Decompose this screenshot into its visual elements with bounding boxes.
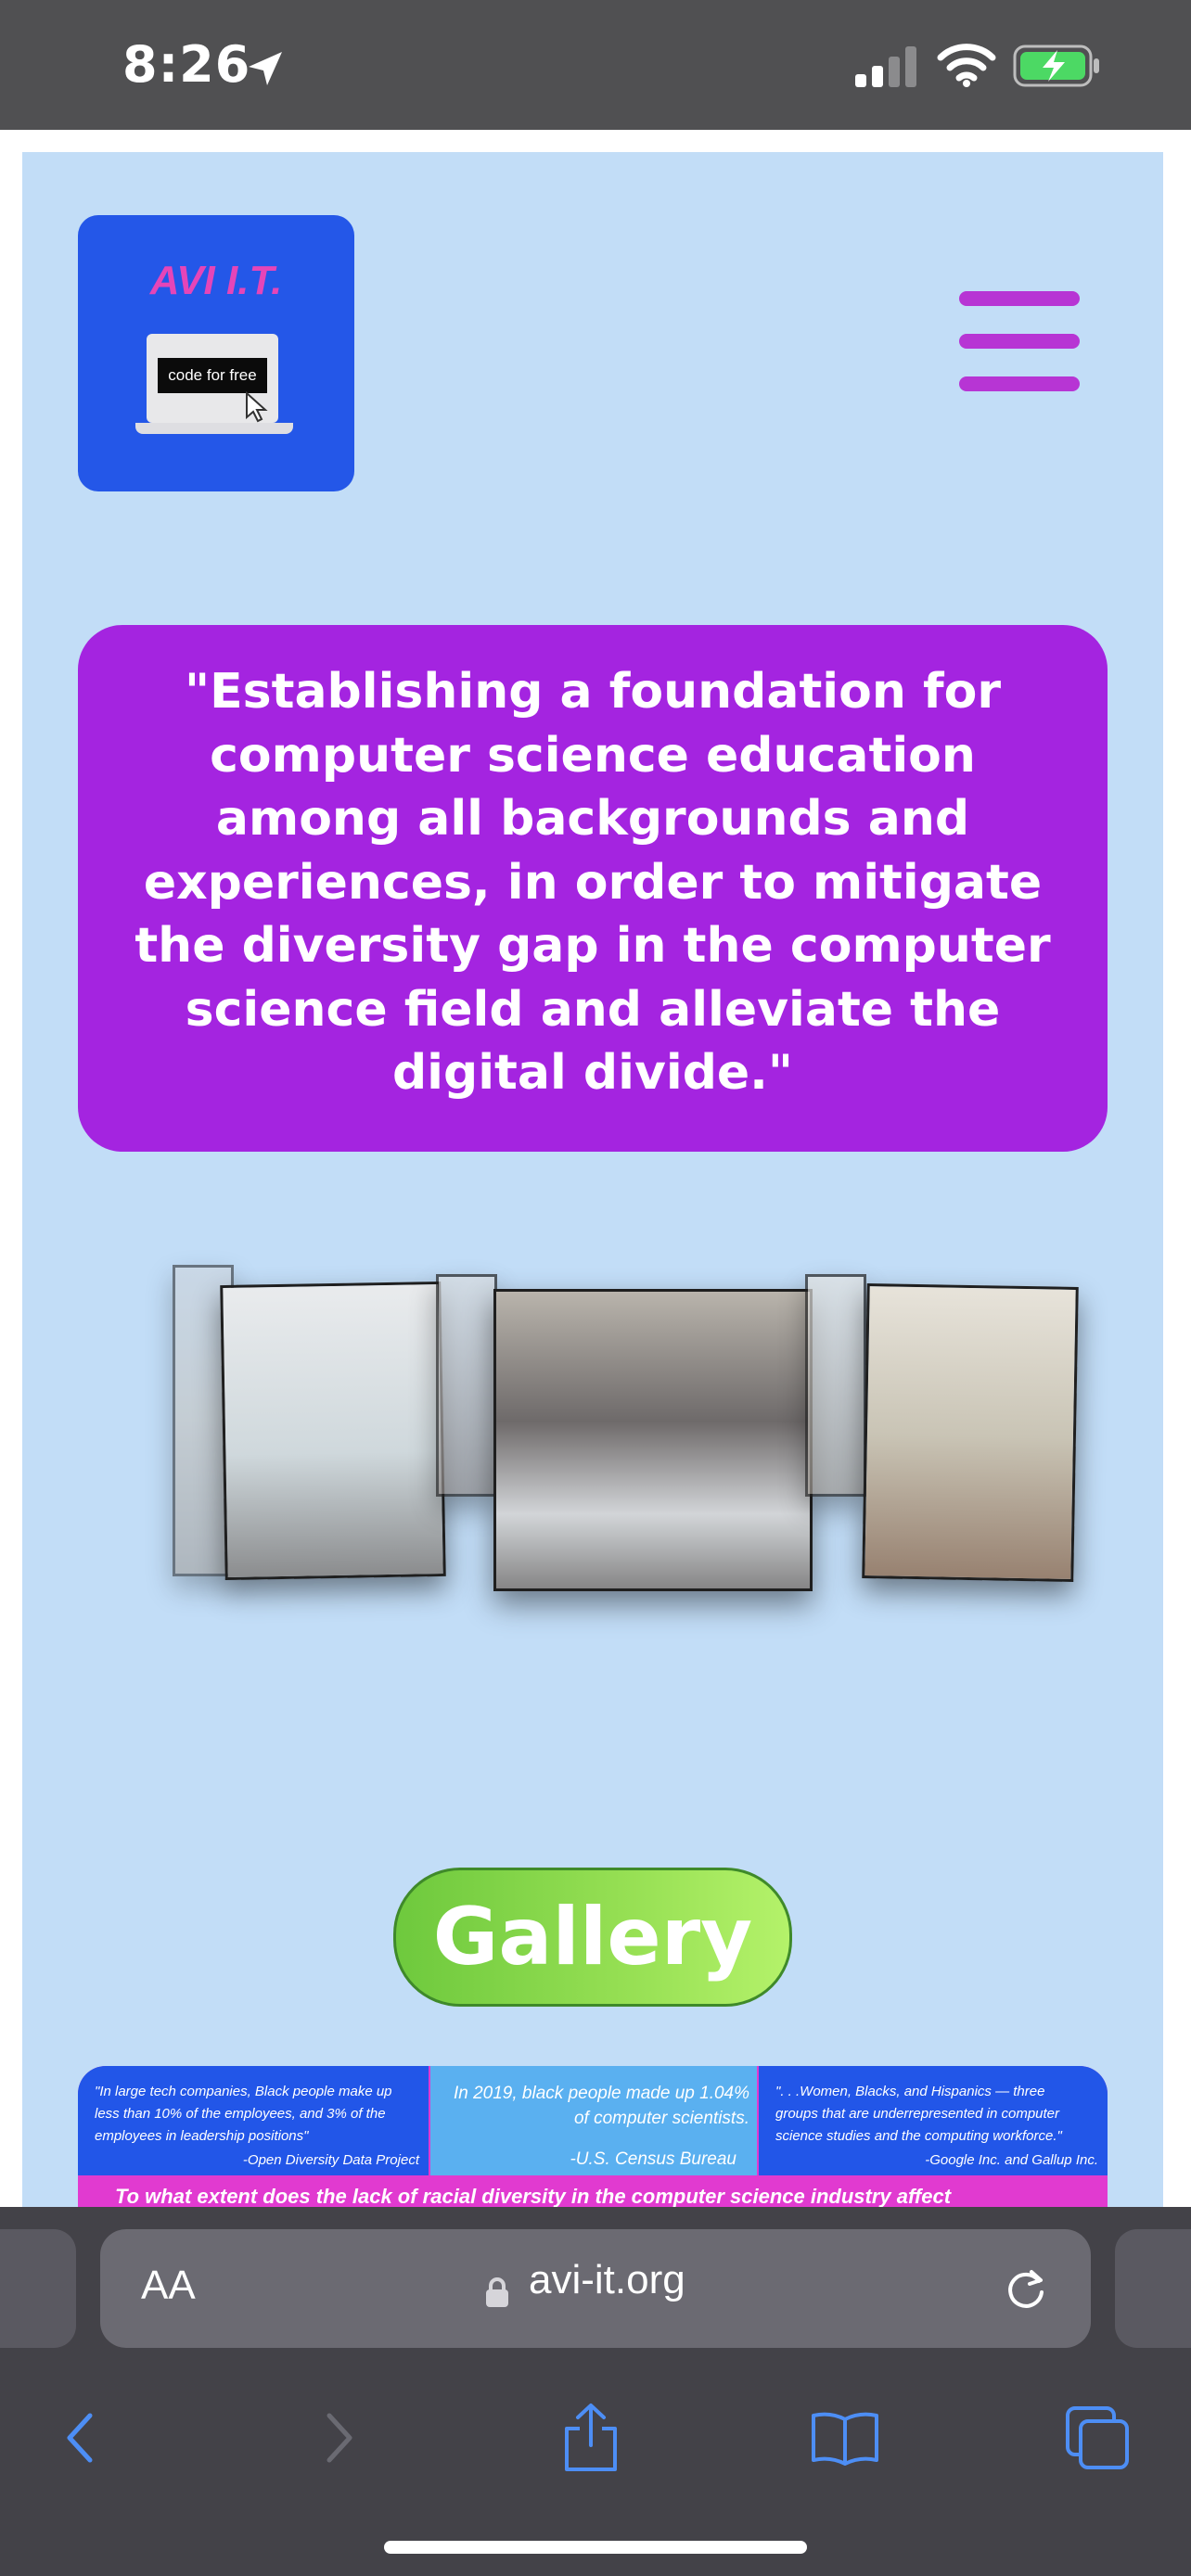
share-button[interactable]: [540, 2389, 642, 2491]
home-indicator[interactable]: [384, 2541, 807, 2554]
location-arrow-icon: [243, 46, 288, 95]
gallery-button-label: Gallery: [432, 1891, 753, 1983]
stat-source: -Open Diversity Data Project: [242, 2152, 419, 2168]
hamburger-menu-button[interactable]: [959, 291, 1080, 393]
reload-icon[interactable]: [1002, 2264, 1050, 2316]
stat-card: ". . .Women, Blacks, and Hispanics — thr…: [759, 2066, 1108, 2175]
mission-statement: "Establishing a foundation for computer …: [78, 625, 1108, 1152]
wifi-icon: [937, 43, 996, 91]
address-bar[interactable]: AA avi-it.org: [100, 2229, 1091, 2348]
battery-charging-icon: [1013, 45, 1102, 91]
page-settings-button[interactable]: AA: [141, 2263, 196, 2309]
navigation-bar: [0, 2389, 1191, 2491]
stat-source: -U.S. Census Bureau: [570, 2149, 736, 2169]
diversity-stats-banner: "In large tech companies, Black people m…: [78, 2066, 1108, 2207]
carousel-photo[interactable]: [493, 1289, 813, 1591]
menu-bar-top: [959, 291, 1080, 306]
previous-tab-preview[interactable]: [0, 2229, 76, 2348]
stat-card: "In large tech companies, Black people m…: [78, 2066, 429, 2175]
stat-quote: ". . .Women, Blacks, and Hispanics — thr…: [775, 2084, 1062, 2144]
stat-card: In 2019, black people made up 1.04% of c…: [430, 2066, 757, 2175]
lock-icon: [484, 2276, 510, 2313]
web-page: AVI I.T. code for free "Establishing a f…: [0, 130, 1191, 2207]
carousel-photo[interactable]: [436, 1274, 497, 1497]
status-time: 8:26: [122, 35, 251, 94]
back-button[interactable]: [30, 2389, 132, 2491]
forward-icon: [320, 2410, 357, 2469]
browser-toolbar: AA avi-it.org: [0, 2207, 1191, 2576]
mission-text: "Establishing a foundation for computer …: [134, 664, 1051, 1101]
next-tab-preview[interactable]: [1115, 2229, 1191, 2348]
page-content: AVI I.T. code for free "Establishing a f…: [22, 152, 1163, 2207]
gallery-button[interactable]: Gallery: [393, 1868, 792, 2007]
menu-bar-middle: [959, 334, 1080, 349]
tabs-icon: [1064, 2404, 1131, 2475]
laptop-base: [135, 423, 293, 434]
site-logo[interactable]: AVI I.T. code for free: [78, 215, 354, 491]
back-icon: [62, 2410, 99, 2469]
pointer-cursor-icon: [245, 390, 269, 427]
stat-quote: "In large tech companies, Black people m…: [95, 2084, 392, 2144]
carousel-photo[interactable]: [220, 1281, 446, 1581]
menu-bar-bottom: [959, 376, 1080, 391]
share-icon: [561, 2403, 621, 2477]
stat-quote: In 2019, black people made up 1.04% of c…: [453, 2084, 749, 2128]
cellular-signal-icon: [853, 46, 918, 91]
tabs-button[interactable]: [1046, 2389, 1148, 2491]
forward-button[interactable]: [288, 2389, 390, 2491]
bookmarks-button[interactable]: [794, 2389, 896, 2491]
carousel-photo[interactable]: [805, 1274, 866, 1497]
bookmarks-icon: [810, 2410, 880, 2469]
logo-title: AVI I.T.: [149, 258, 283, 303]
stats-question: To what extent does the lack of racial d…: [115, 2185, 952, 2207]
url-text: avi-it.org: [529, 2257, 685, 2302]
photo-carousel[interactable]: [167, 1231, 1079, 1621]
logo-laptop-label: code for free: [168, 366, 257, 384]
stat-source: -Google Inc. and Gallup Inc.: [925, 2152, 1098, 2168]
carousel-photo[interactable]: [862, 1283, 1079, 1582]
status-bar: 8:26: [0, 0, 1191, 130]
